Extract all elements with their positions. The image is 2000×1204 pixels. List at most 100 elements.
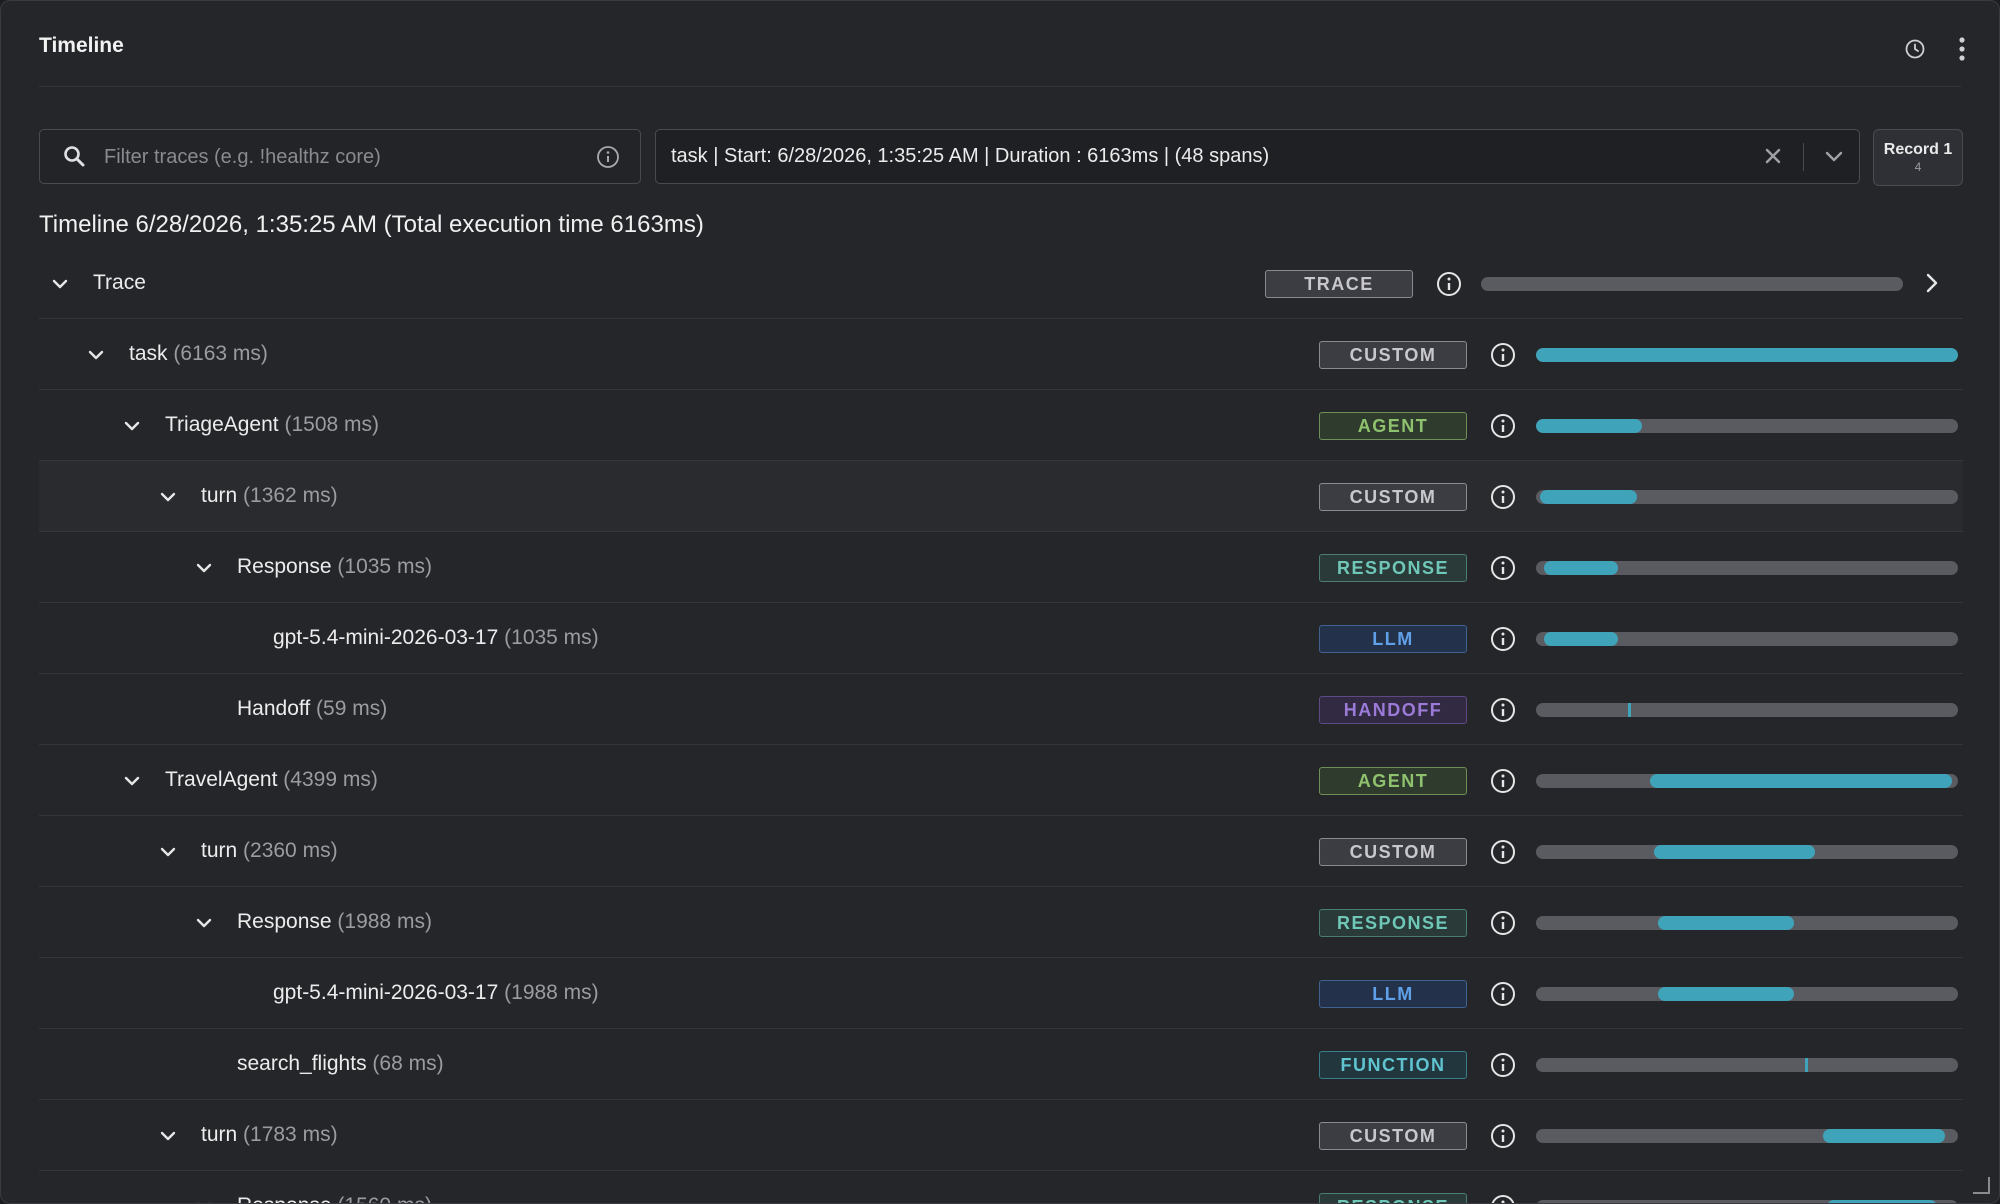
chevron-down-icon[interactable] — [1823, 147, 1845, 172]
info-icon[interactable] — [1490, 981, 1516, 1007]
span-row[interactable]: Handoff (59 ms) HANDOFF — [39, 674, 1963, 745]
span-type-badge: LLM — [1319, 980, 1467, 1008]
span-label: Response — [237, 910, 332, 933]
span-timeline-bar[interactable] — [1536, 916, 1958, 930]
span-name[interactable]: task (6163 ms) — [129, 342, 268, 366]
span-timeline-bar[interactable] — [1536, 774, 1958, 788]
trace-select[interactable]: task | Start: 6/28/2026, 1:35:25 AM | Du… — [655, 129, 1860, 184]
span-name[interactable]: Response (1035 ms) — [237, 555, 432, 579]
span-timeline-bar[interactable] — [1536, 1129, 1958, 1143]
span-row[interactable]: TravelAgent (4399 ms) AGENT — [39, 745, 1963, 816]
span-duration-fill — [1649, 774, 1952, 788]
span-timeline-bar[interactable] — [1536, 348, 1958, 362]
info-icon[interactable] — [1490, 697, 1516, 723]
chevron-down-icon[interactable] — [85, 344, 107, 366]
span-type-badge: TRACE — [1265, 270, 1413, 298]
span-name[interactable]: gpt-5.4-mini-2026-03-17 (1988 ms) — [273, 981, 599, 1005]
span-row[interactable]: Response (1560 ms) RESPONSE — [39, 1171, 1963, 1203]
span-timeline-bar[interactable] — [1536, 1200, 1958, 1203]
span-name[interactable]: Response (1560 ms) — [237, 1194, 432, 1203]
span-row[interactable]: search_flights (68 ms) FUNCTION — [39, 1029, 1963, 1100]
filter-traces-field[interactable] — [39, 129, 641, 184]
span-timeline-bar[interactable] — [1536, 632, 1958, 646]
span-name[interactable]: search_flights (68 ms) — [237, 1052, 444, 1076]
span-name[interactable]: TravelAgent (4399 ms) — [165, 768, 378, 792]
span-type-badge: CUSTOM — [1319, 483, 1467, 511]
span-timeline-bar[interactable] — [1481, 277, 1903, 291]
span-name[interactable]: turn (2360 ms) — [201, 839, 338, 863]
info-icon[interactable] — [1490, 768, 1516, 794]
span-label: gpt-5.4-mini-2026-03-17 — [273, 626, 499, 649]
chevron-right-icon[interactable] — [1919, 270, 1945, 296]
info-icon[interactable] — [596, 145, 620, 174]
info-icon[interactable] — [1490, 626, 1516, 652]
chevron-down-icon[interactable] — [193, 557, 215, 579]
span-timeline-bar[interactable] — [1536, 845, 1958, 859]
span-duration: (1988 ms) — [504, 981, 599, 1004]
info-icon[interactable] — [1436, 271, 1462, 297]
span-name[interactable]: turn (1783 ms) — [201, 1123, 338, 1147]
span-type-badge: RESPONSE — [1319, 554, 1467, 582]
span-timeline-bar[interactable] — [1536, 703, 1958, 717]
span-duration-fill — [1627, 703, 1631, 717]
clock-icon[interactable] — [1901, 35, 1929, 63]
span-type-badge: RESPONSE — [1319, 1193, 1467, 1203]
span-label: gpt-5.4-mini-2026-03-17 — [273, 981, 499, 1004]
timeline-heading: Timeline 6/28/2026, 1:35:25 AM (Total ex… — [39, 211, 704, 238]
span-name[interactable]: gpt-5.4-mini-2026-03-17 (1035 ms) — [273, 626, 599, 650]
info-icon[interactable] — [1490, 342, 1516, 368]
info-icon[interactable] — [1490, 1123, 1516, 1149]
span-label: TriageAgent — [165, 413, 279, 436]
span-label: Response — [237, 555, 332, 578]
span-row[interactable]: turn (1362 ms) CUSTOM — [39, 461, 1963, 532]
span-name[interactable]: Trace — [93, 271, 146, 295]
span-row[interactable]: turn (1783 ms) CUSTOM — [39, 1100, 1963, 1171]
span-name[interactable]: Handoff (59 ms) — [237, 697, 387, 721]
chevron-down-icon[interactable] — [49, 273, 71, 295]
span-name[interactable]: turn (1362 ms) — [201, 484, 338, 508]
chevron-down-icon[interactable] — [193, 912, 215, 934]
resize-handle-icon[interactable] — [1969, 1173, 1991, 1195]
record-button[interactable]: Record 1 4 — [1873, 129, 1963, 186]
chevron-down-icon[interactable] — [157, 1125, 179, 1147]
span-duration: (1560 ms) — [337, 1194, 432, 1203]
span-duration-fill — [1658, 916, 1795, 930]
info-icon[interactable] — [1490, 555, 1516, 581]
info-icon[interactable] — [1490, 484, 1516, 510]
chevron-down-icon[interactable] — [121, 415, 143, 437]
chevron-down-icon[interactable] — [193, 1196, 215, 1203]
span-row[interactable]: Response (1035 ms) RESPONSE — [39, 532, 1963, 603]
span-row[interactable]: gpt-5.4-mini-2026-03-17 (1988 ms) LLM — [39, 958, 1963, 1029]
span-timeline-bar[interactable] — [1536, 419, 1958, 433]
span-timeline-bar[interactable] — [1536, 1058, 1958, 1072]
span-duration: (6163 ms) — [173, 342, 268, 365]
info-icon[interactable] — [1490, 1052, 1516, 1078]
info-icon[interactable] — [1490, 1194, 1516, 1203]
span-row[interactable]: Trace TRACE — [39, 248, 1963, 319]
span-row[interactable]: task (6163 ms) CUSTOM — [39, 319, 1963, 390]
span-duration-fill — [1805, 1058, 1809, 1072]
span-label: search_flights — [237, 1052, 367, 1075]
info-icon[interactable] — [1490, 413, 1516, 439]
filter-traces-input[interactable] — [102, 138, 566, 176]
span-name[interactable]: Response (1988 ms) — [237, 910, 432, 934]
span-timeline-bar[interactable] — [1536, 490, 1958, 504]
info-icon[interactable] — [1490, 910, 1516, 936]
span-duration-fill — [1544, 632, 1619, 646]
info-icon[interactable] — [1490, 839, 1516, 865]
close-icon[interactable] — [1763, 146, 1783, 171]
span-row[interactable]: TriageAgent (1508 ms) AGENT — [39, 390, 1963, 461]
span-row[interactable]: turn (2360 ms) CUSTOM — [39, 816, 1963, 887]
span-timeline-bar[interactable] — [1536, 987, 1958, 1001]
span-type-badge: FUNCTION — [1319, 1051, 1467, 1079]
span-label: task — [129, 342, 168, 365]
more-vertical-icon[interactable] — [1948, 35, 1976, 63]
span-label: Handoff — [237, 697, 311, 720]
span-row[interactable]: Response (1988 ms) RESPONSE — [39, 887, 1963, 958]
span-name[interactable]: TriageAgent (1508 ms) — [165, 413, 379, 437]
chevron-down-icon[interactable] — [157, 841, 179, 863]
chevron-down-icon[interactable] — [157, 486, 179, 508]
chevron-down-icon[interactable] — [121, 770, 143, 792]
span-row[interactable]: gpt-5.4-mini-2026-03-17 (1035 ms) LLM — [39, 603, 1963, 674]
span-timeline-bar[interactable] — [1536, 561, 1958, 575]
